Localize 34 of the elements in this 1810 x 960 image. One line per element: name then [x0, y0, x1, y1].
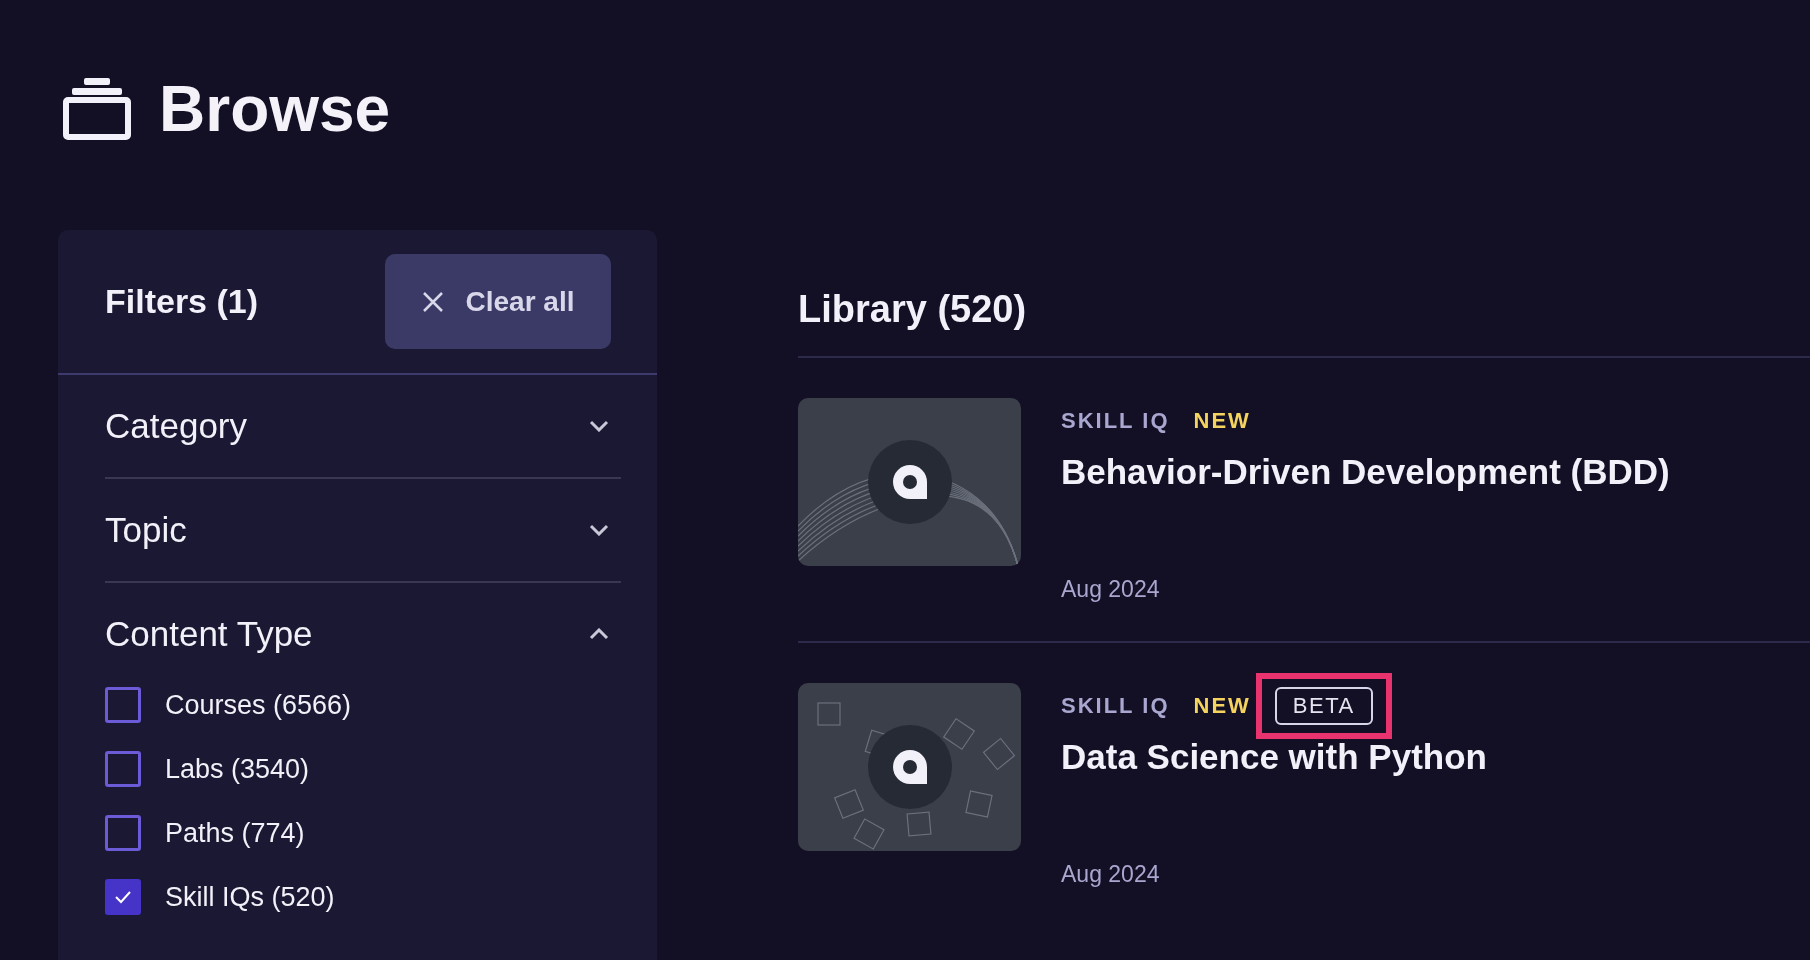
chevron-up-icon [589, 628, 609, 640]
thumbnail[interactable] [798, 683, 1021, 851]
filter-section-header[interactable]: Topic [105, 479, 621, 581]
chevron-down-icon [589, 524, 609, 536]
item-title[interactable]: Behavior-Driven Development (BDD) [1061, 452, 1670, 492]
page-title: Browse [159, 72, 391, 146]
content-type-label: SKILL IQ [1061, 693, 1170, 719]
new-label: NEW [1193, 693, 1251, 719]
checkbox[interactable] [105, 751, 141, 787]
item-date: Aug 2024 [1061, 576, 1161, 603]
checkbox-label: Skill IQs (520) [165, 881, 335, 913]
checkbox-label: Courses (6566) [165, 689, 352, 721]
item-title[interactable]: Data Science with Python [1061, 737, 1487, 777]
logo-icon [867, 440, 952, 524]
close-icon [421, 290, 444, 313]
filter-section-header[interactable]: Category [105, 375, 621, 477]
filters-title: Filters (1) [105, 282, 259, 321]
clear-all-button[interactable]: Clear all [385, 254, 611, 349]
beta-badge: BETA [1274, 687, 1373, 725]
checkbox[interactable] [105, 879, 141, 915]
logo-icon [867, 725, 952, 809]
chevron-down-icon [589, 420, 609, 432]
stacked-tray-icon [63, 78, 131, 140]
content-type-label: SKILL IQ [1061, 408, 1170, 434]
checkbox-label: Paths (774) [165, 817, 305, 849]
filter-section-header[interactable]: Content Type [105, 583, 621, 685]
check-icon [114, 890, 132, 904]
checkbox[interactable] [105, 815, 141, 851]
library-title: Library (520) [798, 288, 1028, 332]
checkbox[interactable] [105, 687, 141, 723]
thumbnail[interactable] [798, 398, 1021, 566]
checkbox-label: Labs (3540) [165, 753, 310, 785]
item-date: Aug 2024 [1061, 861, 1161, 888]
new-label: NEW [1193, 408, 1251, 434]
